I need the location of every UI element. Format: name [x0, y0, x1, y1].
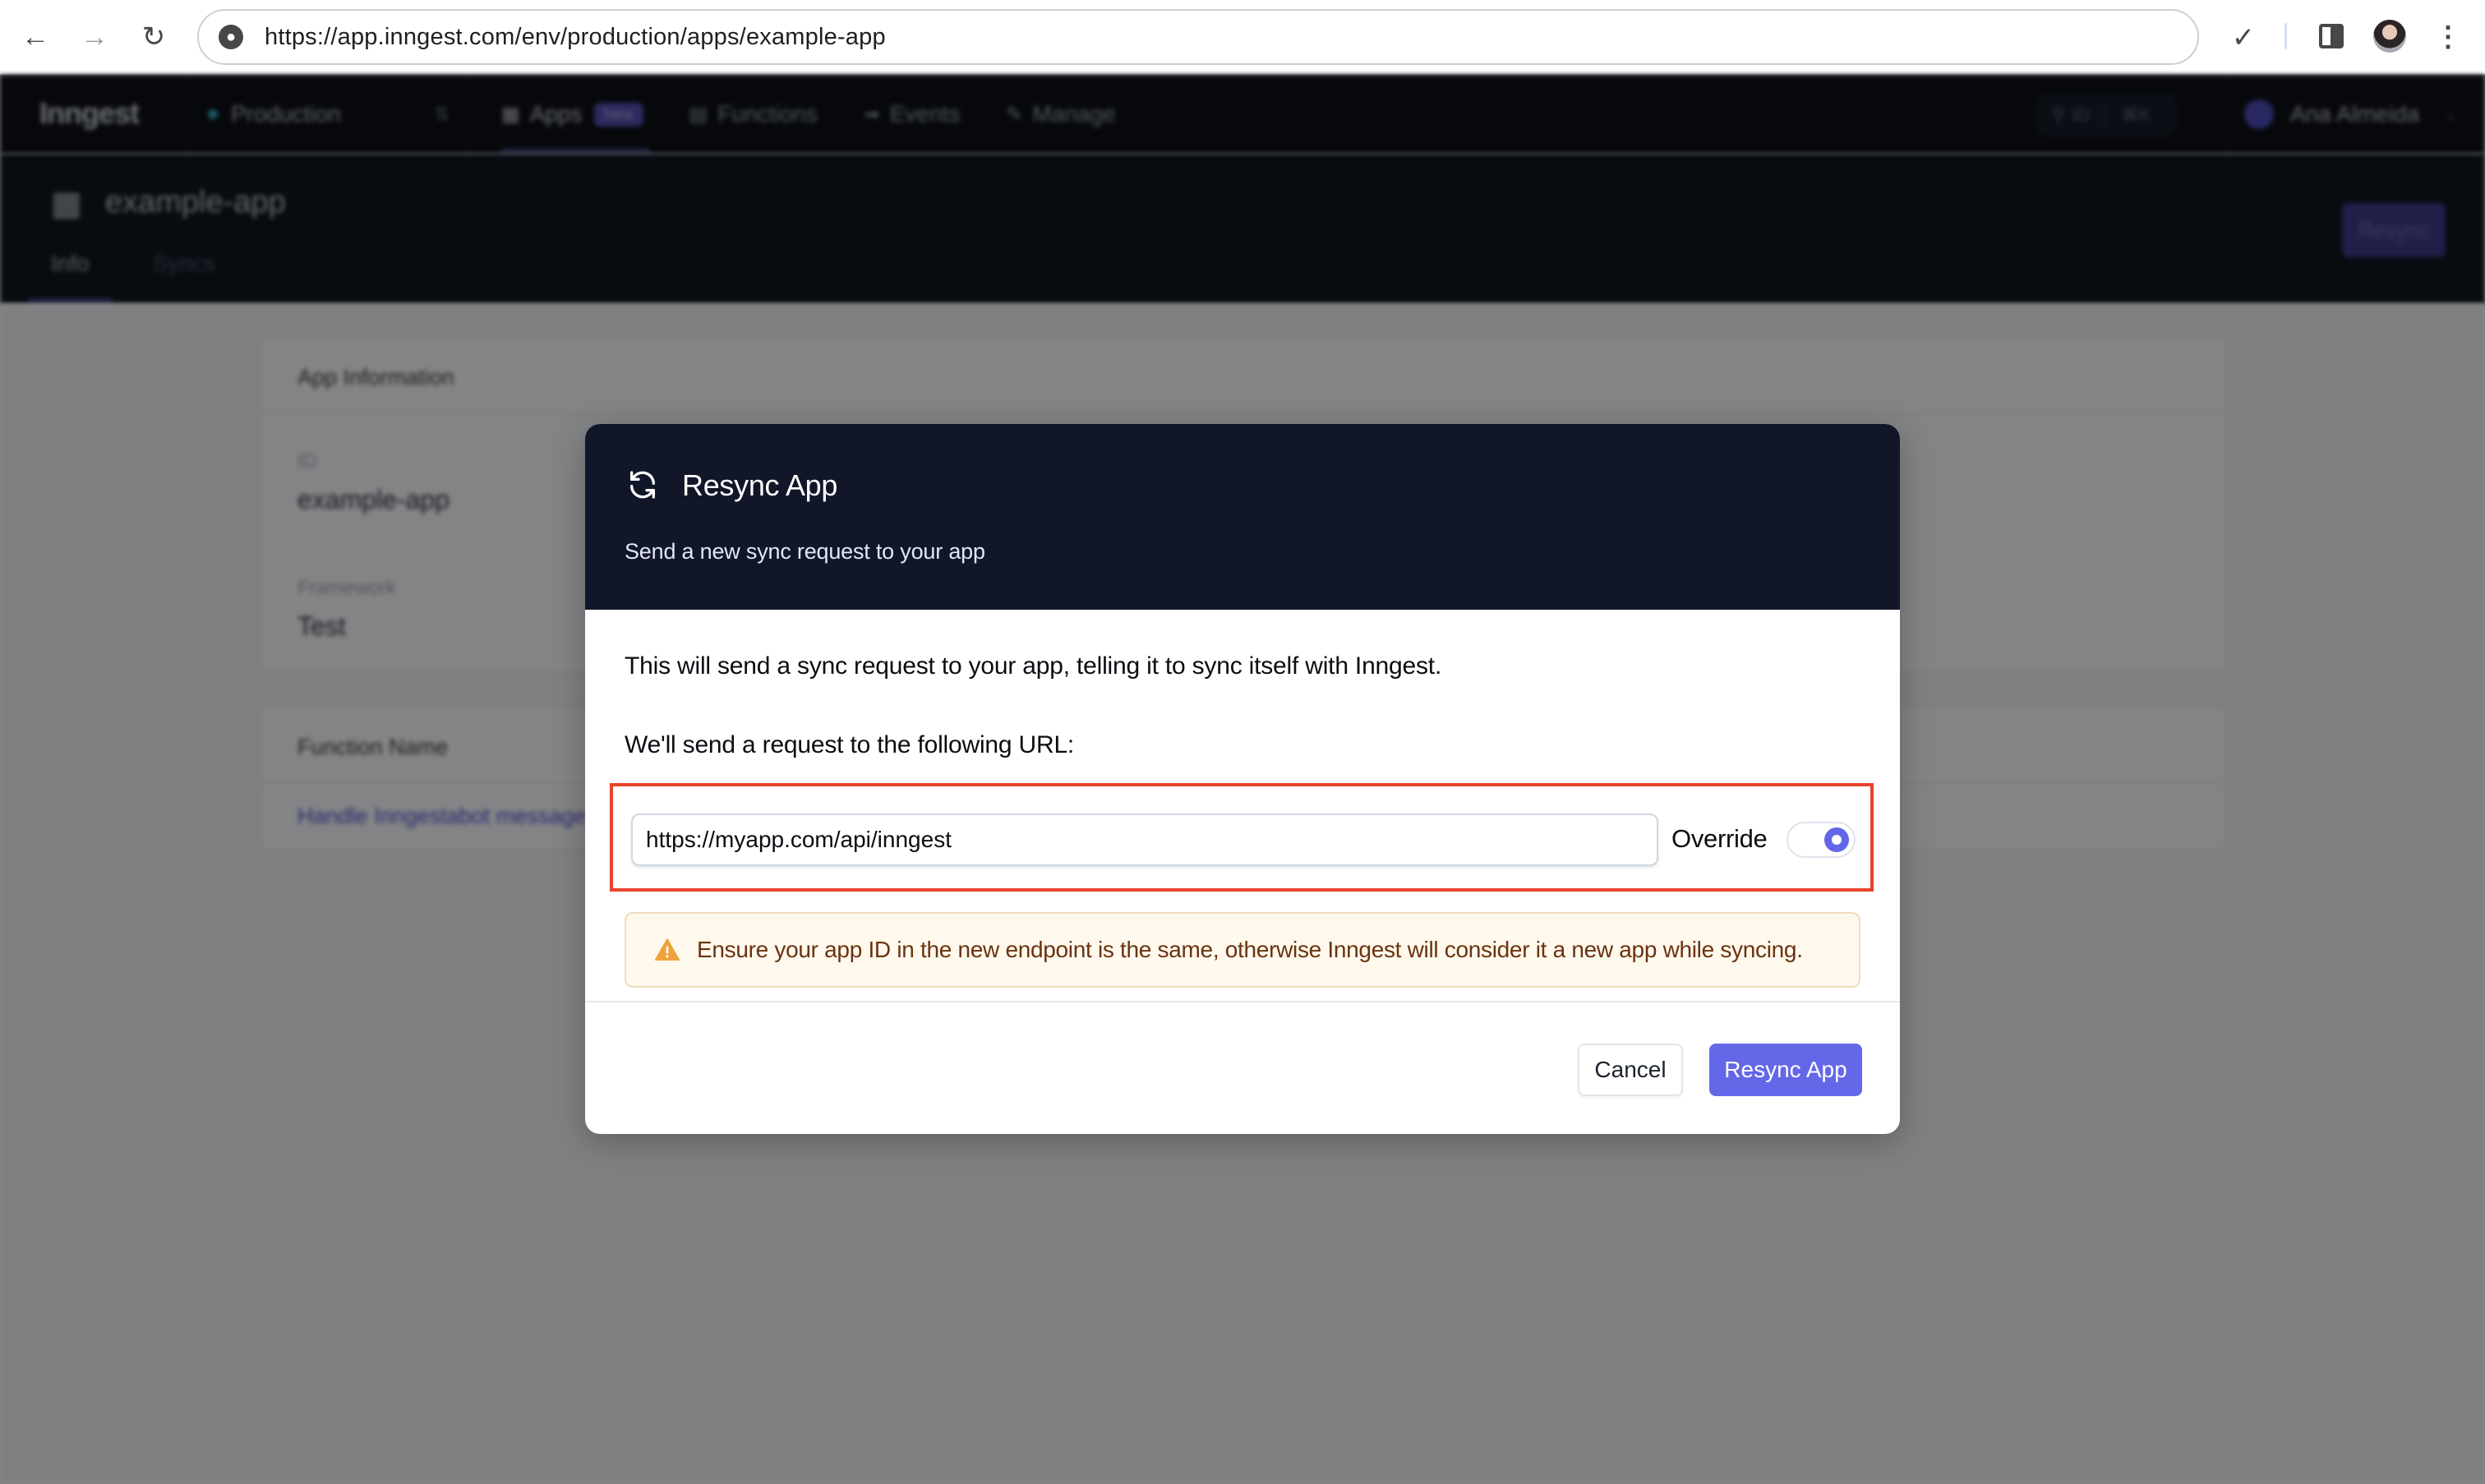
puzzle-icon: ✓ [2231, 22, 2256, 53]
override-label: Override [1671, 824, 1768, 853]
override-toggle[interactable] [1787, 822, 1856, 858]
modal-title: Resync App [682, 468, 838, 502]
warning-text: Ensure your app ID in the new endpoint i… [697, 937, 1803, 962]
browser-toolbar: ← → ↻ ● https://app.inngest.com/env/prod… [0, 0, 2485, 75]
extensions-button[interactable]: ✓ [2225, 20, 2261, 56]
arrow-right-icon: → [81, 21, 108, 53]
back-button[interactable]: ← [16, 18, 54, 56]
warning-alert: Ensure your app ID in the new endpoint i… [625, 912, 1860, 988]
url-label: We'll send a request to the following UR… [625, 731, 1075, 758]
kebab-menu-icon[interactable]: ⋮ [2434, 18, 2462, 56]
resync-app-modal: Resync App Send a new sync request to yo… [585, 424, 1900, 1134]
modal-footer-divider [585, 1001, 1900, 1002]
modal-subtitle: Send a new sync request to your app [625, 539, 985, 564]
side-panel-icon[interactable] [2319, 24, 2344, 48]
toolbar-separator [2284, 23, 2287, 49]
address-bar[interactable]: ● https://app.inngest.com/env/production… [197, 9, 2199, 65]
sync-icon [630, 471, 655, 499]
modal-description: This will send a sync request to your ap… [625, 652, 1442, 680]
arrow-left-icon: ← [21, 21, 49, 53]
toggle-knob [1824, 827, 1849, 852]
resync-app-button[interactable]: Resync App [1709, 1044, 1862, 1096]
cancel-button[interactable]: Cancel [1578, 1044, 1683, 1096]
forward-button[interactable]: → [76, 18, 113, 56]
app-url-input[interactable] [631, 813, 1658, 866]
reload-button[interactable]: ↻ [135, 18, 173, 56]
globe-icon[interactable]: ● [219, 25, 243, 49]
address-bar-url[interactable]: https://app.inngest.com/env/production/a… [265, 24, 886, 51]
modal-header: Resync App Send a new sync request to yo… [585, 424, 1900, 610]
warning-triangle-icon [655, 938, 680, 961]
profile-avatar[interactable] [2373, 20, 2406, 53]
reload-icon: ↻ [141, 21, 166, 53]
